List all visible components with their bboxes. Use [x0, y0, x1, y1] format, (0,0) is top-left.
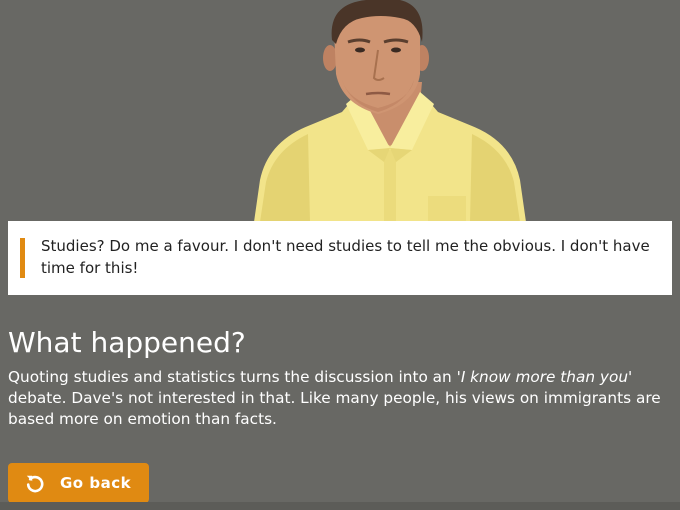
quote-accent-bar: [20, 238, 25, 278]
go-back-label: Go back: [60, 474, 132, 492]
bottom-strip: [0, 502, 680, 510]
character-quote: Studies? Do me a favour. I don't need st…: [41, 237, 650, 277]
undo-arrow-icon: [25, 473, 45, 493]
feedback-screen: Studies? Do me a favour. I don't need st…: [0, 0, 680, 510]
character-portrait: [250, 0, 530, 222]
feedback-body-emphasis: I know more than you: [460, 368, 629, 386]
go-back-button[interactable]: Go back: [8, 463, 149, 503]
feedback-body-start: Quoting studies and statistics turns the…: [8, 368, 461, 386]
feedback-body: Quoting studies and statistics turns the…: [8, 367, 672, 430]
feedback-heading: What happened?: [8, 326, 246, 359]
man-in-yellow-shirt-image: [254, 0, 526, 222]
quote-card: Studies? Do me a favour. I don't need st…: [8, 221, 672, 295]
